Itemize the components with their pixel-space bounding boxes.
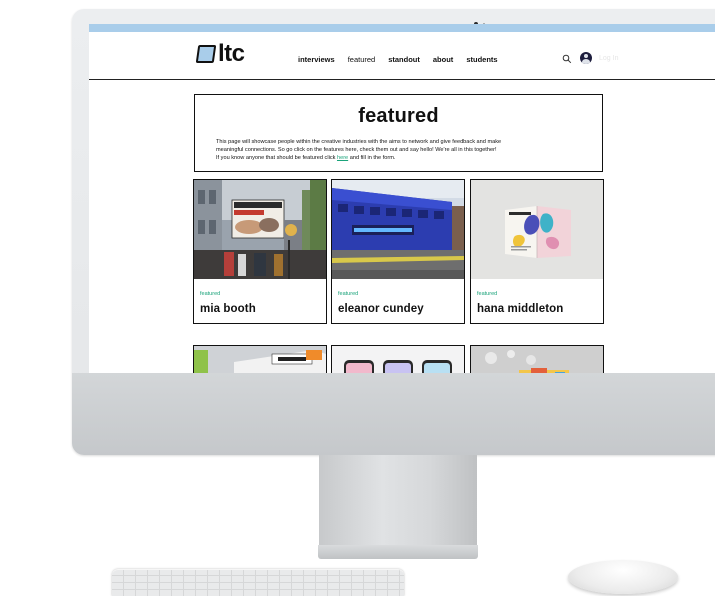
- main-nav: interviews featured standout about stude…: [298, 55, 498, 64]
- keyboard: [112, 569, 404, 596]
- avatar-icon[interactable]: [580, 52, 592, 64]
- website-screen: ltc interviews featured standout about s…: [89, 24, 715, 373]
- feature-card-row2-3[interactable]: [470, 345, 604, 373]
- feature-card-row2-1[interactable]: [193, 345, 327, 373]
- card-tag: featured: [477, 291, 498, 297]
- feature-card-row2-2[interactable]: [331, 345, 465, 373]
- nav-item-standout[interactable]: standout: [388, 55, 420, 64]
- feature-card-hana-middleton[interactable]: featured hana middleton: [470, 179, 604, 324]
- card-name[interactable]: eleanor cundey: [338, 303, 424, 315]
- intro-line-3-suffix: and fill in the form.: [348, 155, 396, 161]
- top-accent-bar: [89, 24, 715, 32]
- monitor-stand-base: [318, 545, 478, 559]
- logo-mark-icon: [195, 45, 217, 63]
- card-name[interactable]: hana middleton: [477, 303, 563, 315]
- card-image: [332, 180, 464, 279]
- intro-line-1: This page will showcase people within th…: [216, 139, 502, 145]
- card-tag: featured: [200, 291, 221, 297]
- feature-card-mia-booth[interactable]: featured mia booth: [193, 179, 327, 324]
- card-image: [471, 180, 603, 279]
- card-image: [194, 346, 326, 373]
- nav-item-students[interactable]: students: [466, 55, 497, 64]
- card-tag: featured: [338, 291, 359, 297]
- nav-item-interviews[interactable]: interviews: [298, 55, 335, 64]
- monitor-stand: [319, 455, 477, 551]
- intro-description: This page will showcase people within th…: [216, 138, 588, 162]
- card-image: [194, 180, 326, 279]
- logo-text: ltc: [218, 40, 245, 67]
- featured-form-link[interactable]: here: [337, 155, 348, 161]
- login-link[interactable]: Log In: [599, 55, 618, 62]
- page-title: featured: [358, 105, 439, 127]
- site-header: ltc interviews featured standout about s…: [89, 32, 715, 80]
- feature-card-eleanor-cundey[interactable]: featured eleanor cundey: [331, 179, 465, 324]
- monitor-chin: [72, 373, 715, 455]
- intro-line-3-prefix: If you know anyone that should be featur…: [216, 155, 337, 161]
- card-image: [471, 346, 603, 373]
- card-name[interactable]: mia booth: [200, 303, 256, 315]
- nav-item-about[interactable]: about: [433, 55, 453, 64]
- intro-line-2: meaningful connections. So go click on t…: [216, 147, 497, 153]
- nav-item-featured[interactable]: featured: [348, 55, 376, 64]
- intro-line-3: If you know anyone that should be featur…: [216, 154, 588, 162]
- search-icon[interactable]: [562, 54, 572, 64]
- featured-intro: featured This page will showcase people …: [194, 94, 603, 172]
- card-image: [332, 346, 464, 373]
- site-logo[interactable]: ltc: [195, 40, 245, 67]
- mouse: [568, 560, 678, 594]
